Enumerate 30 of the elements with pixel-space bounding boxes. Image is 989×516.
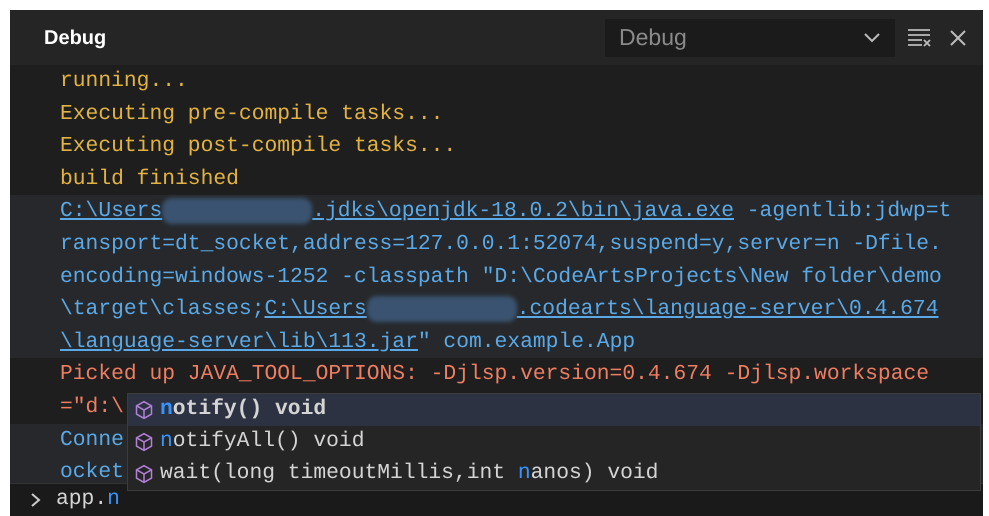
path-link[interactable]: .codearts\language-server\0.4.674 (516, 297, 938, 322)
output-text: encoding=windows-1252 -classpath "D:\CodeArtsProjects\New folder\demo (60, 264, 942, 289)
output-text: build finished (60, 166, 239, 191)
chevron-down-icon (863, 32, 881, 44)
clear-output-icon[interactable] (907, 28, 933, 48)
output-text: Executing pre-compile tasks... (60, 102, 444, 126)
method-icon (134, 464, 154, 484)
output-text: ocket (60, 460, 124, 483)
output-text: ="d:\ (60, 394, 124, 419)
path-link[interactable]: C:\Users (264, 297, 367, 322)
panel-title: Debug (44, 26, 106, 50)
suggestion-item[interactable]: notifyAll() void (128, 426, 980, 458)
method-icon (134, 432, 154, 452)
close-icon[interactable] (949, 28, 967, 46)
path-link[interactable]: C:\Users (60, 199, 162, 224)
method-icon (134, 400, 154, 420)
output-text: running... (60, 69, 188, 93)
prompt-chevron-icon (30, 492, 42, 508)
input-text: app.n (56, 486, 120, 514)
path-link[interactable]: .jdks\openjdk-18.0.2\bin\java.exe (312, 199, 734, 224)
output-text: \target\classes; (60, 297, 264, 322)
output-text: Picked up JAVA_TOOL_OPTIONS: -Djlsp.version=0.4.674 -Djlsp.workspace (60, 362, 930, 386)
output-channel-dropdown[interactable]: Debug (605, 18, 895, 56)
output-text: " com.example.App (418, 330, 636, 354)
output-text: Conne (60, 428, 124, 452)
suggestion-item[interactable]: notify() void (128, 394, 980, 426)
path-link[interactable]: \language-server\lib\113.jar (60, 330, 418, 354)
output-text: Executing post-compile tasks... (60, 134, 456, 158)
output-text: ransport=dt_socket,address=127.0.0.1:52074,suspend=y,server=n -Dfile. (60, 232, 942, 256)
output-text: -agentlib:jdwp=t (746, 199, 952, 224)
